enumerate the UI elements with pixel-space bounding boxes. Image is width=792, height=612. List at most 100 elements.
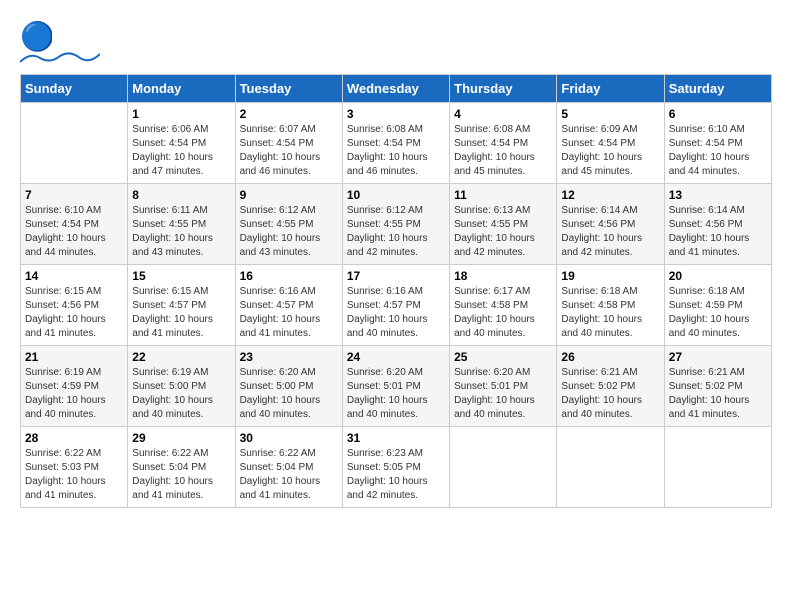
weekday-header: Friday [557, 75, 664, 103]
calendar-week-row: 7Sunrise: 6:10 AM Sunset: 4:54 PM Daylig… [21, 184, 772, 265]
day-info: Sunrise: 6:06 AM Sunset: 4:54 PM Dayligh… [132, 123, 230, 179]
day-info: Sunrise: 6:20 AM Sunset: 5:00 PM Dayligh… [240, 366, 338, 422]
weekday-header: Wednesday [342, 75, 449, 103]
calendar-cell: 5 Sunrise: 6:09 AM Sunset: 4:54 PM Daylig… [557, 103, 664, 184]
calendar-cell: 12Sunrise: 6:14 AM Sunset: 4:56 PM Dayli… [557, 184, 664, 265]
calendar-cell: 7Sunrise: 6:10 AM Sunset: 4:54 PM Daylig… [21, 184, 128, 265]
weekday-header: Saturday [664, 75, 771, 103]
day-info: Sunrise: 6:14 AM Sunset: 4:56 PM Dayligh… [669, 204, 767, 260]
calendar-cell: 25 Sunrise: 6:20 AM Sunset: 5:01 PM Dayli… [450, 346, 557, 427]
calendar-cell: 14Sunrise: 6:15 AM Sunset: 4:56 PM Dayli… [21, 265, 128, 346]
calendar-table: SundayMondayTuesdayWednesdayThursdayFrid… [20, 74, 772, 508]
calendar-cell: 17 Sunrise: 6:16 AM Sunset: 4:57 PM Dayli… [342, 265, 449, 346]
calendar-cell: 19 Sunrise: 6:18 AM Sunset: 4:58 PM Dayli… [557, 265, 664, 346]
calendar-cell: 21 Sunrise: 6:19 AM Sunset: 4:59 PM Dayli… [21, 346, 128, 427]
day-info: Sunrise: 6:18 AM Sunset: 4:58 PM Dayligh… [561, 285, 659, 341]
day-number: 23 [240, 350, 338, 364]
page-header: 🔵 [20, 20, 772, 64]
calendar-cell: 11 Sunrise: 6:13 AM Sunset: 4:55 PM Dayli… [450, 184, 557, 265]
day-info: Sunrise: 6:19 AM Sunset: 4:59 PM Dayligh… [25, 366, 123, 422]
day-info: Sunrise: 6:11 AM Sunset: 4:55 PM Dayligh… [132, 204, 230, 260]
day-number: 6 [669, 107, 767, 121]
day-number: 29 [132, 431, 230, 445]
day-info: Sunrise: 6:13 AM Sunset: 4:55 PM Dayligh… [454, 204, 552, 260]
day-number: 4 [454, 107, 552, 121]
calendar-week-row: 28 Sunrise: 6:22 AM Sunset: 5:03 PM Dayli… [21, 427, 772, 508]
day-number: 14 [25, 269, 123, 283]
day-info: Sunrise: 6:15 AM Sunset: 4:57 PM Dayligh… [132, 285, 230, 341]
calendar-cell: 27 Sunrise: 6:21 AM Sunset: 5:02 PM Dayli… [664, 346, 771, 427]
day-info: Sunrise: 6:21 AM Sunset: 5:02 PM Dayligh… [561, 366, 659, 422]
day-number: 3 [347, 107, 445, 121]
day-number: 11 [454, 188, 552, 202]
day-info: Sunrise: 6:10 AM Sunset: 4:54 PM Dayligh… [669, 123, 767, 179]
logo-bird-icon: 🔵 [20, 20, 52, 52]
day-info: Sunrise: 6:20 AM Sunset: 5:01 PM Dayligh… [454, 366, 552, 422]
day-number: 17 [347, 269, 445, 283]
day-number: 25 [454, 350, 552, 364]
calendar-cell [21, 103, 128, 184]
day-info: Sunrise: 6:22 AM Sunset: 5:03 PM Dayligh… [25, 447, 123, 503]
day-number: 10 [347, 188, 445, 202]
day-info: Sunrise: 6:17 AM Sunset: 4:58 PM Dayligh… [454, 285, 552, 341]
calendar-cell: 9 Sunrise: 6:12 AM Sunset: 4:55 PM Daylig… [235, 184, 342, 265]
day-number: 28 [25, 431, 123, 445]
calendar-cell: 1 Sunrise: 6:06 AM Sunset: 4:54 PM Daylig… [128, 103, 235, 184]
calendar-cell [664, 427, 771, 508]
calendar-cell: 4 Sunrise: 6:08 AM Sunset: 4:54 PM Daylig… [450, 103, 557, 184]
day-number: 26 [561, 350, 659, 364]
calendar-cell: 10Sunrise: 6:12 AM Sunset: 4:55 PM Dayli… [342, 184, 449, 265]
day-info: Sunrise: 6:19 AM Sunset: 5:00 PM Dayligh… [132, 366, 230, 422]
day-info: Sunrise: 6:08 AM Sunset: 4:54 PM Dayligh… [454, 123, 552, 179]
day-info: Sunrise: 6:21 AM Sunset: 5:02 PM Dayligh… [669, 366, 767, 422]
calendar-cell: 16 Sunrise: 6:16 AM Sunset: 4:57 PM Dayli… [235, 265, 342, 346]
calendar-cell [450, 427, 557, 508]
day-number: 22 [132, 350, 230, 364]
day-info: Sunrise: 6:09 AM Sunset: 4:54 PM Dayligh… [561, 123, 659, 179]
logo-wave-icon [20, 50, 100, 64]
calendar-cell: 23 Sunrise: 6:20 AM Sunset: 5:00 PM Dayli… [235, 346, 342, 427]
day-number: 16 [240, 269, 338, 283]
day-info: Sunrise: 6:22 AM Sunset: 5:04 PM Dayligh… [240, 447, 338, 503]
calendar-cell: 29 Sunrise: 6:22 AM Sunset: 5:04 PM Dayli… [128, 427, 235, 508]
day-info: Sunrise: 6:16 AM Sunset: 4:57 PM Dayligh… [240, 285, 338, 341]
svg-text:🔵: 🔵 [20, 20, 52, 52]
calendar-cell: 13 Sunrise: 6:14 AM Sunset: 4:56 PM Dayli… [664, 184, 771, 265]
weekday-header: Sunday [21, 75, 128, 103]
calendar-header-row: SundayMondayTuesdayWednesdayThursdayFrid… [21, 75, 772, 103]
day-number: 1 [132, 107, 230, 121]
day-number: 8 [132, 188, 230, 202]
calendar-cell: 20 Sunrise: 6:18 AM Sunset: 4:59 PM Dayli… [664, 265, 771, 346]
calendar-cell: 31 Sunrise: 6:23 AM Sunset: 5:05 PM Dayli… [342, 427, 449, 508]
calendar-cell: 3 Sunrise: 6:08 AM Sunset: 4:54 PM Daylig… [342, 103, 449, 184]
calendar-cell: 18Sunrise: 6:17 AM Sunset: 4:58 PM Dayli… [450, 265, 557, 346]
day-number: 19 [561, 269, 659, 283]
day-number: 21 [25, 350, 123, 364]
day-number: 30 [240, 431, 338, 445]
weekday-header: Thursday [450, 75, 557, 103]
day-number: 12 [561, 188, 659, 202]
day-info: Sunrise: 6:16 AM Sunset: 4:57 PM Dayligh… [347, 285, 445, 341]
day-info: Sunrise: 6:23 AM Sunset: 5:05 PM Dayligh… [347, 447, 445, 503]
day-number: 20 [669, 269, 767, 283]
day-info: Sunrise: 6:20 AM Sunset: 5:01 PM Dayligh… [347, 366, 445, 422]
calendar-cell: 30 Sunrise: 6:22 AM Sunset: 5:04 PM Dayli… [235, 427, 342, 508]
day-number: 15 [132, 269, 230, 283]
day-number: 2 [240, 107, 338, 121]
day-info: Sunrise: 6:07 AM Sunset: 4:54 PM Dayligh… [240, 123, 338, 179]
day-number: 27 [669, 350, 767, 364]
calendar-cell: 8 Sunrise: 6:11 AM Sunset: 4:55 PM Daylig… [128, 184, 235, 265]
day-number: 13 [669, 188, 767, 202]
day-info: Sunrise: 6:22 AM Sunset: 5:04 PM Dayligh… [132, 447, 230, 503]
calendar-week-row: 1 Sunrise: 6:06 AM Sunset: 4:54 PM Daylig… [21, 103, 772, 184]
calendar-week-row: 14Sunrise: 6:15 AM Sunset: 4:56 PM Dayli… [21, 265, 772, 346]
day-number: 9 [240, 188, 338, 202]
day-info: Sunrise: 6:08 AM Sunset: 4:54 PM Dayligh… [347, 123, 445, 179]
calendar-cell: 24Sunrise: 6:20 AM Sunset: 5:01 PM Dayli… [342, 346, 449, 427]
weekday-header: Monday [128, 75, 235, 103]
day-number: 31 [347, 431, 445, 445]
calendar-cell: 28 Sunrise: 6:22 AM Sunset: 5:03 PM Dayli… [21, 427, 128, 508]
day-number: 5 [561, 107, 659, 121]
day-info: Sunrise: 6:18 AM Sunset: 4:59 PM Dayligh… [669, 285, 767, 341]
day-info: Sunrise: 6:12 AM Sunset: 4:55 PM Dayligh… [240, 204, 338, 260]
